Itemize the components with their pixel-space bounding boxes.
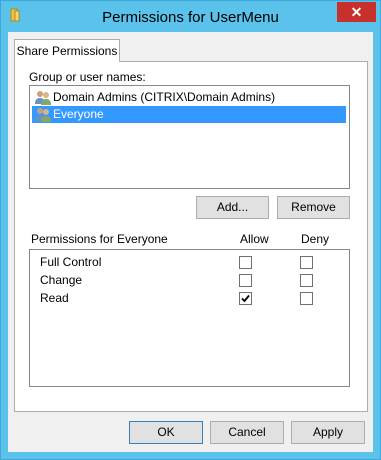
permissions-dialog: Permissions for UserMenu ✕ Share Permiss… [0,0,381,460]
permission-row-read: Read [30,290,349,308]
title-bar[interactable]: Permissions for UserMenu ✕ [1,1,380,32]
list-item-label: Domain Admins (CITRIX\Domain Admins) [53,90,276,104]
permission-row-change: Change [30,272,349,290]
tab-panel: Group or user names: Domain Admins (CITR… [14,61,368,412]
deny-checkbox-read[interactable] [300,292,313,305]
permission-row-full-control: Full Control [30,254,349,272]
permissions-label: Permissions for Everyone [31,232,168,246]
groups-label: Group or user names: [29,70,146,84]
group-user-list[interactable]: Domain Admins (CITRIX\Domain Admins) Eve… [29,85,350,189]
users-group-icon [35,108,51,122]
deny-checkbox-change[interactable] [300,274,313,287]
permission-name: Change [40,273,83,287]
permissions-list: Full Control Change Read [29,249,350,387]
allow-checkbox-full-control[interactable] [239,256,252,269]
remove-button[interactable]: Remove [277,196,350,219]
deny-header: Deny [301,232,330,246]
allow-checkbox-read[interactable] [239,292,252,305]
list-item-label: Everyone [53,107,104,121]
window-title: Permissions for UserMenu [102,9,279,26]
add-button[interactable]: Add... [196,196,269,219]
close-button[interactable]: ✕ [337,2,376,22]
tab-share-permissions[interactable]: Share Permissions [14,39,120,62]
cancel-button[interactable]: Cancel [210,421,284,444]
allow-header: Allow [240,232,269,246]
permission-name: Full Control [40,255,102,269]
apply-button[interactable]: Apply [291,421,365,444]
list-item-selected[interactable]: Everyone [32,106,346,123]
permission-name: Read [40,291,69,305]
ok-button[interactable]: OK [129,421,203,444]
deny-checkbox-full-control[interactable] [300,256,313,269]
allow-checkbox-change[interactable] [239,274,252,287]
list-item[interactable]: Domain Admins (CITRIX\Domain Admins) [32,89,346,106]
users-group-icon [35,91,51,105]
checkmark-icon [241,294,250,303]
dialog-body: Share Permissions Group or user names: D… [8,32,373,452]
